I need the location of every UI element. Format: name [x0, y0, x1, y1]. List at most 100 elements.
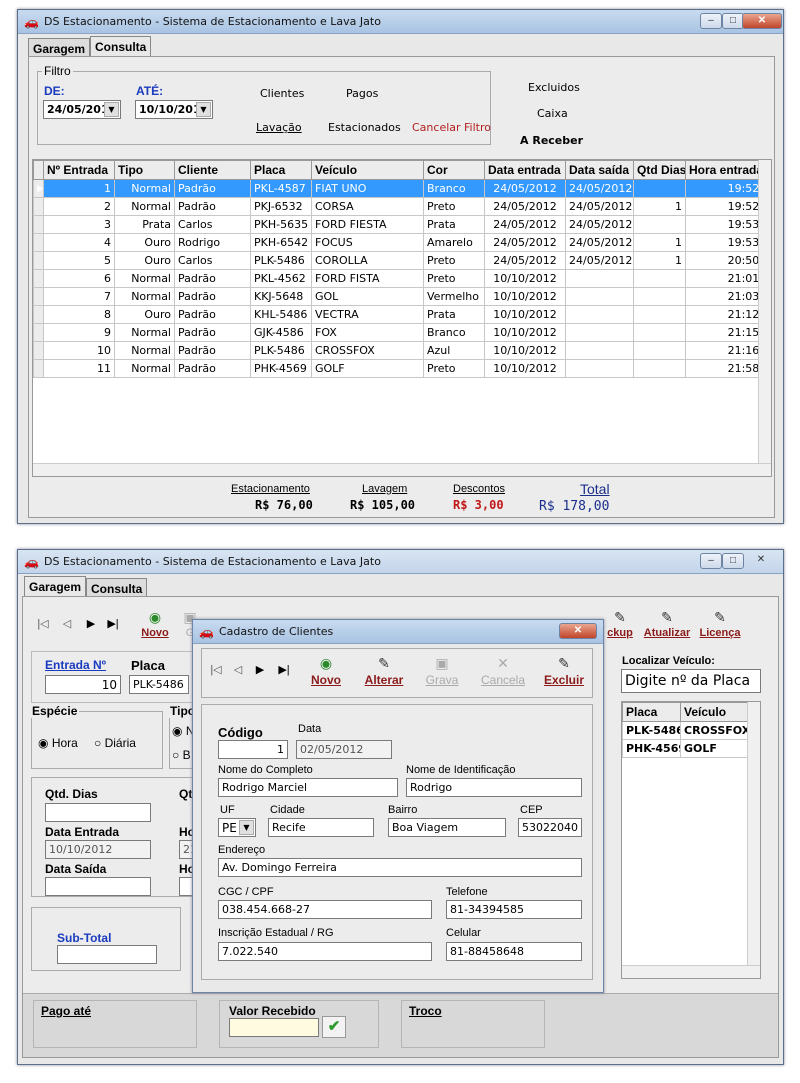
cgc-cpf-field[interactable]: 038.454.668-27: [218, 900, 432, 919]
row-indicator[interactable]: [33, 359, 44, 378]
estacionados-link[interactable]: Estacionados: [328, 121, 401, 134]
row-indicator[interactable]: ▶: [33, 179, 44, 198]
grid-vertical-scrollbar[interactable]: [758, 160, 771, 464]
caixa-link[interactable]: Caixa: [537, 107, 568, 120]
backup-button[interactable]: ✎ ckup: [605, 609, 635, 639]
hora-radio[interactable]: ◉ Hora: [38, 736, 78, 750]
grid-horizontal-scrollbar[interactable]: [33, 463, 771, 476]
row-indicator[interactable]: [33, 269, 44, 288]
telefone-field[interactable]: 81-34394585: [446, 900, 582, 919]
dialog-cancela-button[interactable]: ✕ Cancela: [478, 655, 528, 687]
col-placa[interactable]: Placa: [622, 702, 681, 722]
cidade-field[interactable]: Recife: [268, 818, 374, 837]
inscricao-field[interactable]: 7.022.540: [218, 942, 432, 961]
table-row[interactable]: 4 Ouro Rodrigo PKH-6542 FOCUS Amarelo 24/05/20…: [33, 233, 771, 252]
confirm-check-icon[interactable]: ✔: [322, 1016, 346, 1038]
row-indicator[interactable]: [33, 215, 44, 234]
de-date-picker[interactable]: 24/05/2012 ▼: [43, 100, 121, 119]
column-header[interactable]: Veículo: [311, 160, 424, 180]
row-indicator[interactable]: [33, 323, 44, 342]
dialog-novo-button[interactable]: ◉ Novo: [306, 655, 346, 687]
column-header[interactable]: Cliente: [174, 160, 251, 180]
ate-date-picker[interactable]: 10/10/2012 ▼: [135, 100, 213, 119]
column-header[interactable]: Qtd Dias: [633, 160, 686, 180]
tipo-b-radio[interactable]: ○ B: [172, 748, 191, 762]
dialog-alterar-button[interactable]: ✎ Alterar: [362, 655, 406, 687]
data-field[interactable]: 02/05/2012: [296, 740, 392, 759]
row-indicator[interactable]: [33, 305, 44, 324]
cancelar-filtro-link[interactable]: Cancelar Filtro: [412, 121, 491, 134]
nome-completo-field[interactable]: Rodrigo Marciel: [218, 778, 398, 797]
table-row[interactable]: 8 Ouro Padrão KHL-5486 VECTRA Prata 10/10/2012…: [33, 305, 771, 324]
tab-garagem[interactable]: Garagem: [24, 576, 87, 596]
last-record-icon[interactable]: ▶|: [272, 663, 296, 699]
row-indicator[interactable]: [33, 251, 44, 270]
table-row[interactable]: PHK-4569 GOLF: [622, 739, 750, 758]
row-indicator[interactable]: [33, 197, 44, 216]
maximize-button[interactable]: □: [722, 13, 744, 29]
last-record-icon[interactable]: ▶|: [101, 617, 125, 653]
close-button[interactable]: ✕: [742, 13, 782, 29]
next-record-icon[interactable]: ▶: [79, 617, 103, 653]
qtd-dias-field[interactable]: [45, 803, 151, 822]
diaria-radio[interactable]: ○ Diária: [94, 736, 136, 750]
tab-consulta[interactable]: Consulta: [90, 36, 152, 56]
table-row[interactable]: ▶ 1 Normal Padrão PKL-4587 FIAT UNO Branco 24/0…: [33, 179, 771, 198]
first-record-icon[interactable]: |◁: [31, 617, 55, 653]
clientes-link[interactable]: Clientes: [260, 87, 304, 100]
prev-record-icon[interactable]: ◁: [226, 663, 250, 699]
novo-button[interactable]: ◉ Novo: [135, 609, 175, 639]
lavacao-link[interactable]: Lavação: [256, 121, 302, 134]
first-record-icon[interactable]: |◁: [204, 663, 228, 699]
chevron-down-icon[interactable]: ▼: [196, 102, 211, 117]
col-veiculo[interactable]: Veículo: [680, 702, 750, 722]
minimize-button[interactable]: –: [700, 13, 722, 29]
minimize-button[interactable]: –: [700, 553, 722, 569]
valor-recebido-field[interactable]: [229, 1018, 319, 1037]
nome-identificacao-field[interactable]: Rodrigo: [406, 778, 582, 797]
column-header[interactable]: Tipo: [114, 160, 175, 180]
list-horizontal-scrollbar[interactable]: [622, 965, 760, 978]
tab-garagem[interactable]: Garagem: [28, 38, 91, 56]
row-indicator[interactable]: [33, 233, 44, 252]
endereco-field[interactable]: Av. Domingo Ferreira: [218, 858, 582, 877]
table-row[interactable]: 10 Normal Padrão PLK-5486 CROSSFOX Azul 10/10/…: [33, 341, 771, 360]
title-bar[interactable]: 🚗 DS Estacionamento - Sistema de Estacio…: [18, 10, 783, 34]
column-header[interactable]: Data entrada: [484, 160, 566, 180]
maximize-button[interactable]: □: [722, 553, 744, 569]
table-row[interactable]: 7 Normal Padrão KKJ-5648 GOL Vermelho 10/10/20…: [33, 287, 771, 306]
table-row[interactable]: 9 Normal Padrão GJK-4586 FOX Branco 10/10/2012…: [33, 323, 771, 342]
subtotal-field[interactable]: [57, 945, 157, 964]
column-header[interactable]: Placa: [250, 160, 312, 180]
bairro-field[interactable]: Boa Viagem: [388, 818, 506, 837]
table-row[interactable]: PLK-5486 CROSSFOX: [622, 721, 750, 740]
list-vertical-scrollbar[interactable]: [747, 702, 760, 966]
prev-record-icon[interactable]: ◁: [55, 617, 79, 653]
table-row[interactable]: 11 Normal Padrão PHK-4569 GOLF Preto 10/10/201…: [33, 359, 771, 378]
dialog-excluir-button[interactable]: ✎ Excluir: [542, 655, 586, 687]
data-saida-field[interactable]: [45, 877, 151, 896]
dialog-close-button[interactable]: ✕: [559, 623, 597, 639]
localizar-input[interactable]: Digite nº da Placa: [621, 669, 761, 693]
pagos-link[interactable]: Pagos: [346, 87, 378, 100]
chevron-down-icon[interactable]: ▼: [239, 820, 254, 835]
atualizar-button[interactable]: ✎ Atualizar: [643, 609, 691, 639]
data-entrada-field[interactable]: 10/10/2012: [45, 840, 151, 859]
codigo-field[interactable]: 1: [218, 740, 288, 759]
table-row[interactable]: 5 Ouro Carlos PLK-5486 COROLLA Preto 24/05/201…: [33, 251, 771, 270]
table-row[interactable]: 6 Normal Padrão PKL-4562 FORD FISTA Preto 10/1…: [33, 269, 771, 288]
celular-field[interactable]: 81-88458648: [446, 942, 582, 961]
dialog-grava-button[interactable]: ▣ Grava: [422, 655, 462, 687]
licenca-button[interactable]: ✎ Licença: [697, 609, 743, 639]
tab-consulta[interactable]: Consulta: [86, 578, 148, 596]
chevron-down-icon[interactable]: ▼: [104, 102, 119, 117]
close-button[interactable]: ✕: [746, 553, 776, 569]
column-header[interactable]: Cor: [423, 160, 485, 180]
a-receber-link[interactable]: A Receber: [520, 134, 583, 147]
column-header[interactable]: Nº Entrada: [43, 160, 115, 180]
excluidos-link[interactable]: Excluidos: [528, 81, 580, 94]
table-row[interactable]: 3 Prata Carlos PKH-5635 FORD FIESTA Prata 24/0…: [33, 215, 771, 234]
entrada-field[interactable]: 10: [45, 675, 121, 694]
table-row[interactable]: 2 Normal Padrão PKJ-6532 CORSA Preto 24/05/201…: [33, 197, 771, 216]
column-header[interactable]: Data saída: [565, 160, 634, 180]
